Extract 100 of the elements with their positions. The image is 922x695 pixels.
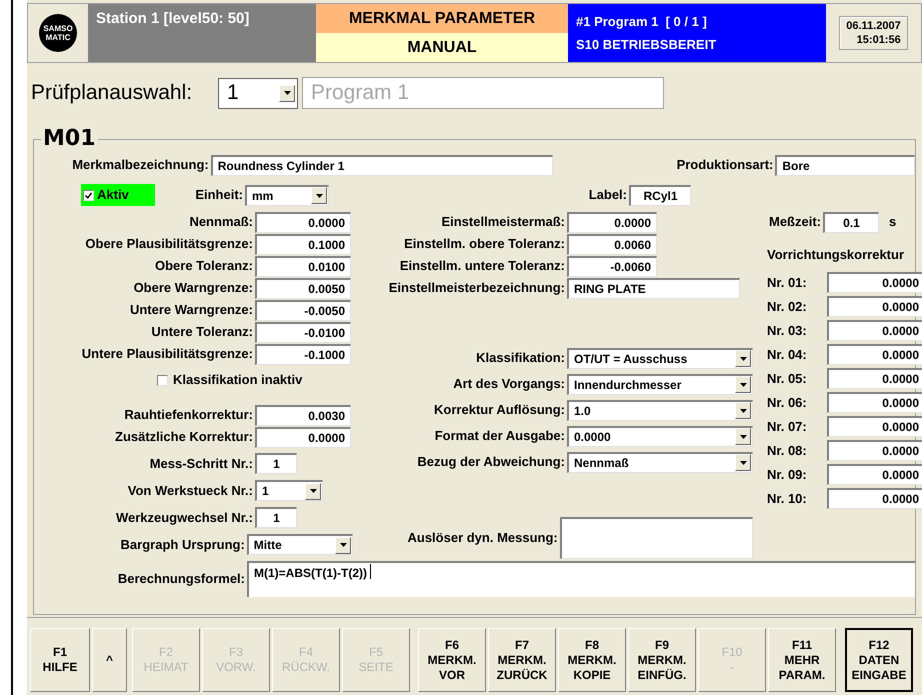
checkbox[interactable]	[83, 190, 94, 200]
field-label: Nr. 06:	[767, 394, 808, 412]
input-field[interactable]: -0.1000	[255, 344, 351, 364]
field-label: Art des Vorgangs:	[452, 375, 566, 394]
input-field[interactable]: Bore	[775, 154, 915, 176]
date-text: 06.11.2007	[846, 19, 901, 33]
dropdown[interactable]: 1	[255, 480, 323, 501]
dropdown[interactable]: Mitte	[246, 534, 353, 555]
plan-dropdown[interactable]: 1	[218, 78, 298, 108]
function-key[interactable]: F7 MERKM. ZURÜCK	[488, 628, 556, 692]
function-key[interactable]: F1 HILFE	[30, 628, 90, 692]
field-label: Bezug der Abweichung:	[416, 453, 566, 472]
input-field[interactable]: 0.0000	[255, 426, 351, 448]
field-label: Nr. 10:	[767, 490, 808, 508]
field-label: Nennmaß:	[188, 213, 254, 232]
dropdown[interactable]: mm	[245, 184, 329, 206]
input-field[interactable]: -0.0050	[255, 300, 351, 320]
field-label: Prüfplanauswahl:	[31, 80, 194, 106]
field-label: Klassifikation:	[475, 349, 566, 368]
field-label: Nr. 03:	[767, 322, 808, 340]
input-field[interactable]: 0.0000	[827, 320, 922, 341]
function-key[interactable]: ^	[92, 628, 127, 692]
field-label: Untere Toleranz:	[150, 323, 254, 342]
input-field[interactable]: 0.0000	[567, 212, 657, 232]
field-label: Mess-Schritt Nr.:	[148, 454, 254, 473]
field-label: Obere Plausibilitätsgrenze:	[84, 235, 254, 254]
field-label: Korrektur Auflösung:	[433, 401, 566, 420]
dropdown[interactable]: OT/UT = Ausschuss	[567, 348, 753, 368]
dropdown[interactable]: Nennmaß	[567, 452, 753, 472]
program-name-field: Program 1	[302, 77, 664, 109]
input-field[interactable]: 0.0000	[827, 416, 922, 437]
input-field[interactable]	[560, 517, 753, 559]
field-label: Nr. 08:	[767, 442, 808, 460]
input-field[interactable]: 0.0000	[827, 272, 922, 293]
field-label: Obere Toleranz:	[154, 257, 254, 276]
field-label: Untere Plausibilitätsgrenze:	[80, 345, 254, 364]
field-label: Untere Warngrenze:	[128, 301, 254, 320]
field-label: Einstellm. obere Toleranz:	[403, 235, 566, 254]
field-label: Obere Warngrenze:	[132, 279, 254, 298]
logo-text: MATIC	[46, 33, 70, 42]
input-field[interactable]: -0.0100	[255, 322, 351, 342]
machine-status: S10 BETRIEBSBEREIT	[576, 36, 718, 54]
logo-text: SAMSO	[43, 24, 73, 33]
function-key[interactable]: F11 MEHR PARAM.	[768, 628, 836, 692]
input-field[interactable]: RING PLATE	[567, 278, 740, 298]
input-field[interactable]: 1	[255, 507, 297, 528]
field-label: Format der Ausgabe:	[434, 427, 566, 446]
field-label: Einstellmeistermaß:	[440, 213, 566, 232]
input-field[interactable]: 1	[255, 453, 297, 474]
mode-label: MANUAL	[316, 33, 568, 62]
input-field[interactable]: RCyl1	[629, 184, 691, 206]
function-key[interactable]: F9 MERKM. EINFÜG.	[628, 628, 696, 692]
classification-checkbox[interactable]: Klassifikation inaktiv	[157, 369, 353, 391]
unit-label: s	[889, 213, 896, 232]
screen-title: MERKMAL PARAMETER	[316, 4, 568, 33]
input-field[interactable]: 0.0000	[827, 368, 922, 389]
input-field[interactable]: 0.0100	[255, 256, 351, 276]
field-label: Nr. 02:	[767, 298, 808, 316]
text-cursor	[370, 564, 371, 579]
program-status: #1 Program 1 [ 0 / 1 ]	[576, 13, 708, 31]
field-label: Merkmalbezeichnung:	[71, 156, 210, 174]
input-field[interactable]: 0.0000	[827, 440, 922, 461]
input-field[interactable]: 0.0000	[827, 296, 922, 317]
input-field[interactable]: 0.0000	[827, 464, 922, 485]
field-label: Bargraph Ursprung:	[120, 536, 246, 554]
section-title: Vorrichtungskorrektur	[767, 246, 906, 264]
field-label: Nr. 04:	[767, 346, 808, 364]
input-field[interactable]: 0.1000	[255, 234, 351, 254]
function-key[interactable]: F8 MERKM. KOPIE	[558, 628, 626, 692]
field-label: Nr. 07:	[767, 418, 808, 436]
dropdown[interactable]: 0.0000	[567, 426, 753, 446]
input-field[interactable]: 0.0060	[567, 234, 657, 254]
field-label: Werkzeugwechsel Nr.:	[114, 508, 254, 527]
input-field[interactable]: 0.0050	[255, 278, 351, 298]
field-label: Rauhtiefenkorrektur:	[123, 406, 254, 424]
field-label: Berechnungsformel:	[116, 570, 246, 588]
field-label: Nr. 09:	[767, 466, 808, 484]
time-text: 15:01:56	[856, 33, 901, 47]
function-key[interactable]: F6 MERKM. VOR	[418, 628, 486, 692]
input-field[interactable]: 0.0030	[255, 404, 351, 426]
function-key[interactable]: F12 DATEN EINGABE	[845, 628, 913, 692]
checkbox[interactable]	[157, 374, 168, 386]
field-label: Produktionsart:	[676, 156, 774, 174]
input-field[interactable]: 0.0000	[255, 212, 351, 232]
dropdown[interactable]: Innendurchmesser	[567, 374, 753, 394]
input-field[interactable]: -0.0060	[567, 256, 657, 276]
field-label: Einheit:	[194, 186, 244, 204]
station-title: Station 1 [level50: 50]	[96, 10, 250, 27]
input-field[interactable]: 0.0000	[827, 344, 922, 365]
input-field[interactable]: 0.1	[823, 212, 879, 232]
input-field[interactable]: Roundness Cylinder 1	[210, 154, 553, 176]
field-label: Meßzeit:	[768, 213, 822, 232]
input-field[interactable]: 0.0000	[827, 488, 922, 509]
field-label: Von Werkstueck Nr.:	[126, 482, 254, 500]
input-field[interactable]: 0.0000	[827, 392, 922, 413]
field-label: Auslöser dyn. Messung:	[406, 529, 559, 548]
aktiv-checkbox[interactable]: Aktiv	[81, 184, 155, 206]
field-label: Nr. 05:	[767, 370, 808, 388]
dropdown[interactable]: 1.0	[567, 400, 753, 420]
formula-field[interactable]: M(1)=ABS(T(1)-T(2))	[247, 561, 915, 597]
